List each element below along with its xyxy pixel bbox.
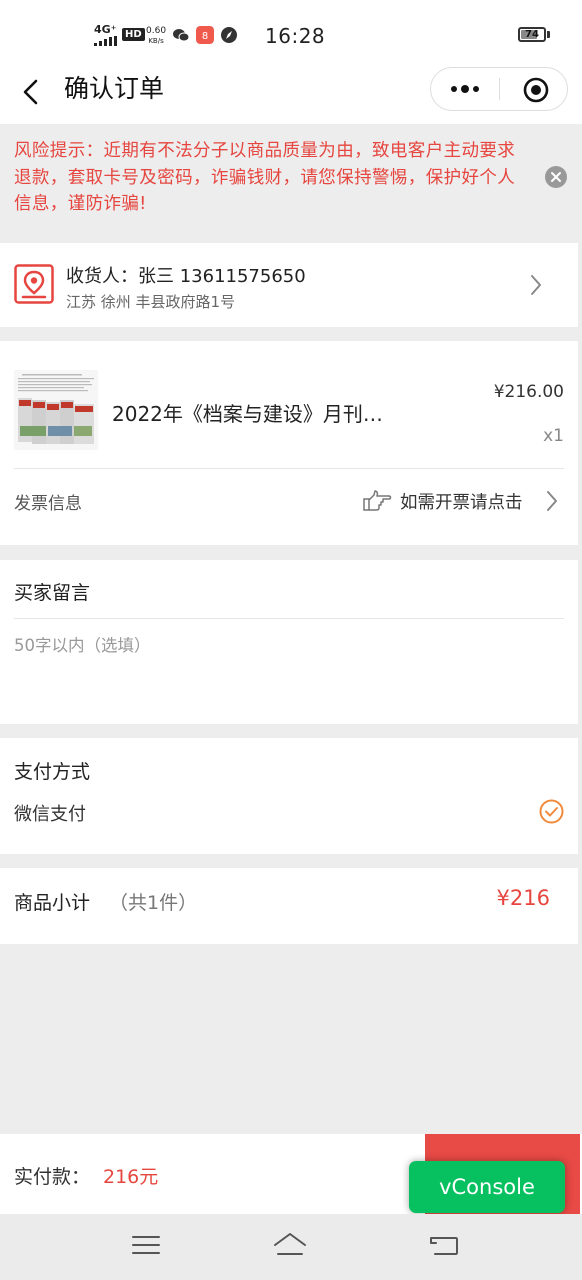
wechat-pay-option[interactable]: 微信支付	[14, 800, 86, 826]
product-thumbnail[interactable]	[14, 370, 98, 450]
recipient-name-phone: 收货人：张三 13611575650	[66, 266, 306, 287]
app-notification-icon: 8	[196, 26, 214, 44]
battery-tip	[547, 31, 550, 38]
product-quantity: x1	[543, 426, 564, 446]
close-miniprogram-icon[interactable]	[522, 76, 550, 104]
buyer-message-title: 买家留言	[14, 582, 91, 604]
subtotal-count: （共1件）	[109, 892, 198, 914]
signal-icon	[94, 36, 117, 46]
address-detail: 江苏 徐州 丰县政府路1号	[66, 293, 236, 311]
buyer-message-input[interactable]	[14, 630, 564, 660]
clock: 16:28	[265, 24, 326, 48]
chevron-right-icon	[531, 275, 541, 295]
amount-due-value: 216元	[103, 1166, 159, 1188]
network-indicator: 4G⁺	[94, 23, 117, 36]
divider	[14, 618, 564, 619]
product-name[interactable]: 2022年《档案与建设》月刊…	[112, 398, 412, 427]
network-speed: 0.60 KB/s	[146, 26, 166, 46]
close-icon[interactable]	[545, 166, 567, 188]
invoice-label: 发票信息	[14, 494, 82, 514]
amount-due-label: 实付款：	[14, 1166, 91, 1188]
invoice-link[interactable]: 如需开票请点击	[400, 489, 523, 514]
subtotal-label: 商品小计	[14, 892, 91, 914]
subtotal-amount: ¥216	[496, 886, 550, 910]
back-icon[interactable]	[427, 1230, 461, 1260]
payment-title: 支付方式	[14, 761, 91, 783]
chevron-right-icon[interactable]	[545, 489, 559, 513]
speed-unit: KB/s	[148, 37, 164, 45]
payment-card	[0, 738, 578, 854]
check-circle-icon[interactable]	[539, 799, 564, 824]
back-arrow-icon[interactable]	[18, 78, 46, 106]
menu-icon[interactable]	[129, 1230, 163, 1260]
page-title: 确认订单	[64, 74, 165, 103]
product-price: ¥216.00	[493, 382, 564, 402]
compass-icon	[221, 27, 237, 43]
more-icon[interactable]	[450, 84, 480, 94]
pointing-hand-icon	[363, 490, 392, 511]
home-icon[interactable]	[273, 1230, 307, 1260]
location-pin-icon	[14, 264, 54, 304]
speed-value: 0.60	[146, 26, 167, 36]
chat-app-icon	[173, 29, 190, 42]
vconsole-button[interactable]: vConsole	[409, 1161, 565, 1213]
hd-badge: HD	[122, 28, 145, 41]
risk-notice-text: 风险提示：近期有不法分子以商品质量为由，致电客户主动要求退款，套取卡号及密码，诈…	[14, 141, 516, 214]
divider	[14, 468, 564, 469]
battery-icon: 74	[518, 27, 546, 42]
capsule-divider	[499, 78, 500, 100]
battery-level: 74	[525, 29, 539, 40]
svg-text:8: 8	[202, 31, 208, 42]
